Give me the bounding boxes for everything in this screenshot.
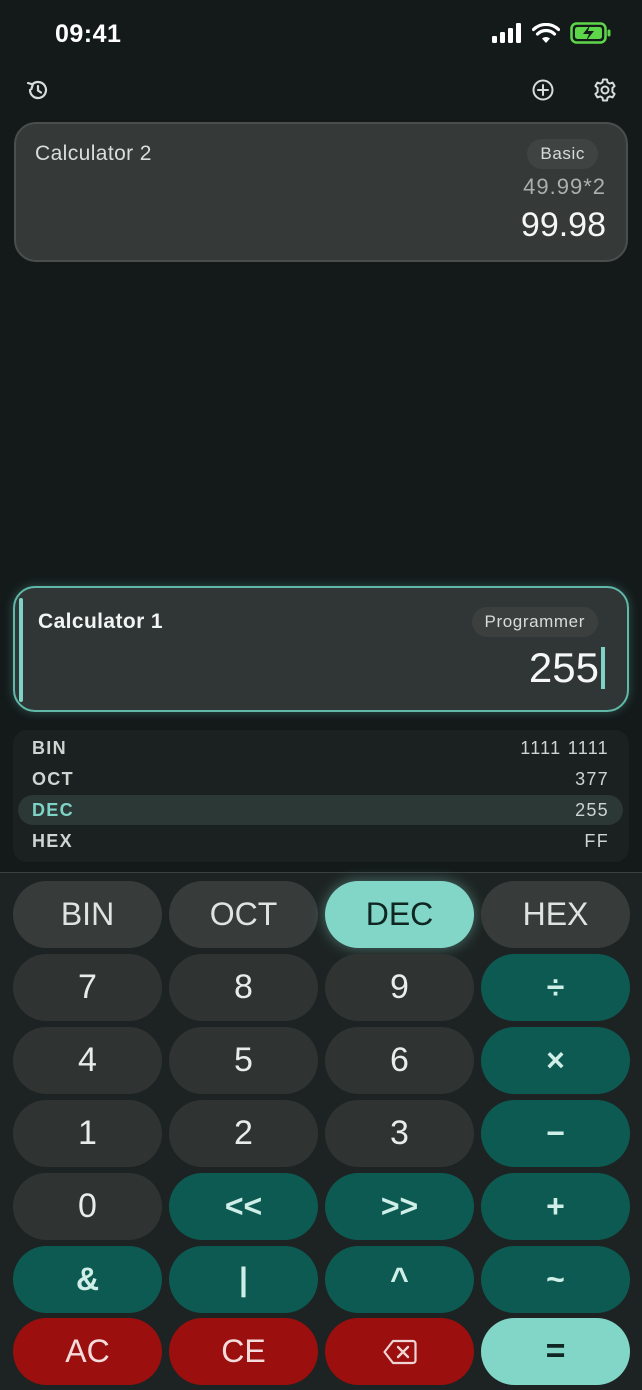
base-key-dec[interactable]: DEC <box>325 881 474 948</box>
xor-button[interactable]: ^ <box>325 1246 474 1313</box>
digit-5-button[interactable]: 5 <box>169 1027 318 1094</box>
or-button[interactable]: | <box>169 1246 318 1313</box>
base-key-hex[interactable]: HEX <box>481 881 630 948</box>
base-name: HEX <box>32 830 73 851</box>
add-circle-icon <box>532 79 554 101</box>
mode-badge: Programmer <box>471 607 598 637</box>
base-name: OCT <box>32 768 74 789</box>
base-conversion-panel: BIN 1111 1111 OCT 377 DEC 255 HEX FF <box>13 730 629 862</box>
multiply-button[interactable]: × <box>481 1027 630 1094</box>
add-calculator-button[interactable] <box>529 76 557 104</box>
digit-1-button[interactable]: 1 <box>13 1100 162 1167</box>
digit-4-button[interactable]: 4 <box>13 1027 162 1094</box>
digit-9-button[interactable]: 9 <box>325 954 474 1021</box>
base-value: 377 <box>575 768 609 789</box>
calculator-result: 99.98 <box>520 206 606 244</box>
not-button[interactable]: ~ <box>481 1246 630 1313</box>
settings-button[interactable] <box>591 76 619 104</box>
gear-icon <box>594 78 616 102</box>
digit-0-button[interactable]: 0 <box>13 1173 162 1240</box>
calculator-title: Calculator 1 <box>38 610 164 633</box>
base-value: 1111 1111 <box>520 737 609 758</box>
base-row-bin[interactable]: BIN 1111 1111 <box>18 733 623 763</box>
wifi-icon <box>532 22 560 43</box>
base-row-oct[interactable]: OCT 377 <box>18 764 623 794</box>
backspace-icon <box>382 1339 417 1364</box>
calculator-expression: 49.99*2 <box>523 174 606 199</box>
digit-3-button[interactable]: 3 <box>325 1100 474 1167</box>
calculator-card-2[interactable]: Calculator 2 Basic 49.99*2 99.98 <box>14 122 628 262</box>
base-row-hex[interactable]: HEX FF <box>18 826 623 856</box>
history-icon <box>26 80 48 100</box>
active-indicator <box>19 598 23 702</box>
calculator-card-1[interactable]: Calculator 1 Programmer 255 <box>13 586 629 712</box>
status-icons <box>492 22 612 44</box>
digit-6-button[interactable]: 6 <box>325 1027 474 1094</box>
clear-entry-button[interactable]: CE <box>169 1318 318 1385</box>
shift-right-button[interactable]: >> <box>325 1173 474 1240</box>
status-bar: 09:41 <box>0 0 642 70</box>
status-time: 09:41 <box>55 20 122 48</box>
text-cursor <box>601 646 605 689</box>
equals-button[interactable]: = <box>481 1318 630 1385</box>
digit-8-button[interactable]: 8 <box>169 954 318 1021</box>
base-key-bin[interactable]: BIN <box>13 881 162 948</box>
cellular-signal-icon <box>492 23 521 43</box>
history-button[interactable] <box>24 76 52 104</box>
backspace-button[interactable] <box>325 1318 474 1385</box>
and-button[interactable]: & <box>13 1246 162 1313</box>
base-name: BIN <box>32 737 67 758</box>
keypad: BIN OCT DEC HEX 7 8 9 ÷ 4 5 6 × 1 2 3 − … <box>0 873 642 1390</box>
calculator-result: 255 <box>529 644 605 692</box>
result-value: 255 <box>528 644 599 691</box>
digit-2-button[interactable]: 2 <box>169 1100 318 1167</box>
base-name: DEC <box>32 799 74 820</box>
subtract-button[interactable]: − <box>481 1100 630 1167</box>
base-value: 255 <box>575 799 609 820</box>
digit-7-button[interactable]: 7 <box>13 954 162 1021</box>
base-row-dec[interactable]: DEC 255 <box>18 795 623 825</box>
base-key-oct[interactable]: OCT <box>169 881 318 948</box>
divide-button[interactable]: ÷ <box>481 954 630 1021</box>
battery-charging-icon <box>570 22 611 44</box>
all-clear-button[interactable]: AC <box>13 1318 162 1385</box>
base-value: FF <box>584 830 609 851</box>
mode-badge: Basic <box>527 139 598 169</box>
add-button[interactable]: + <box>481 1173 630 1240</box>
calculator-title: Calculator 2 <box>35 142 152 165</box>
shift-left-button[interactable]: << <box>169 1173 318 1240</box>
